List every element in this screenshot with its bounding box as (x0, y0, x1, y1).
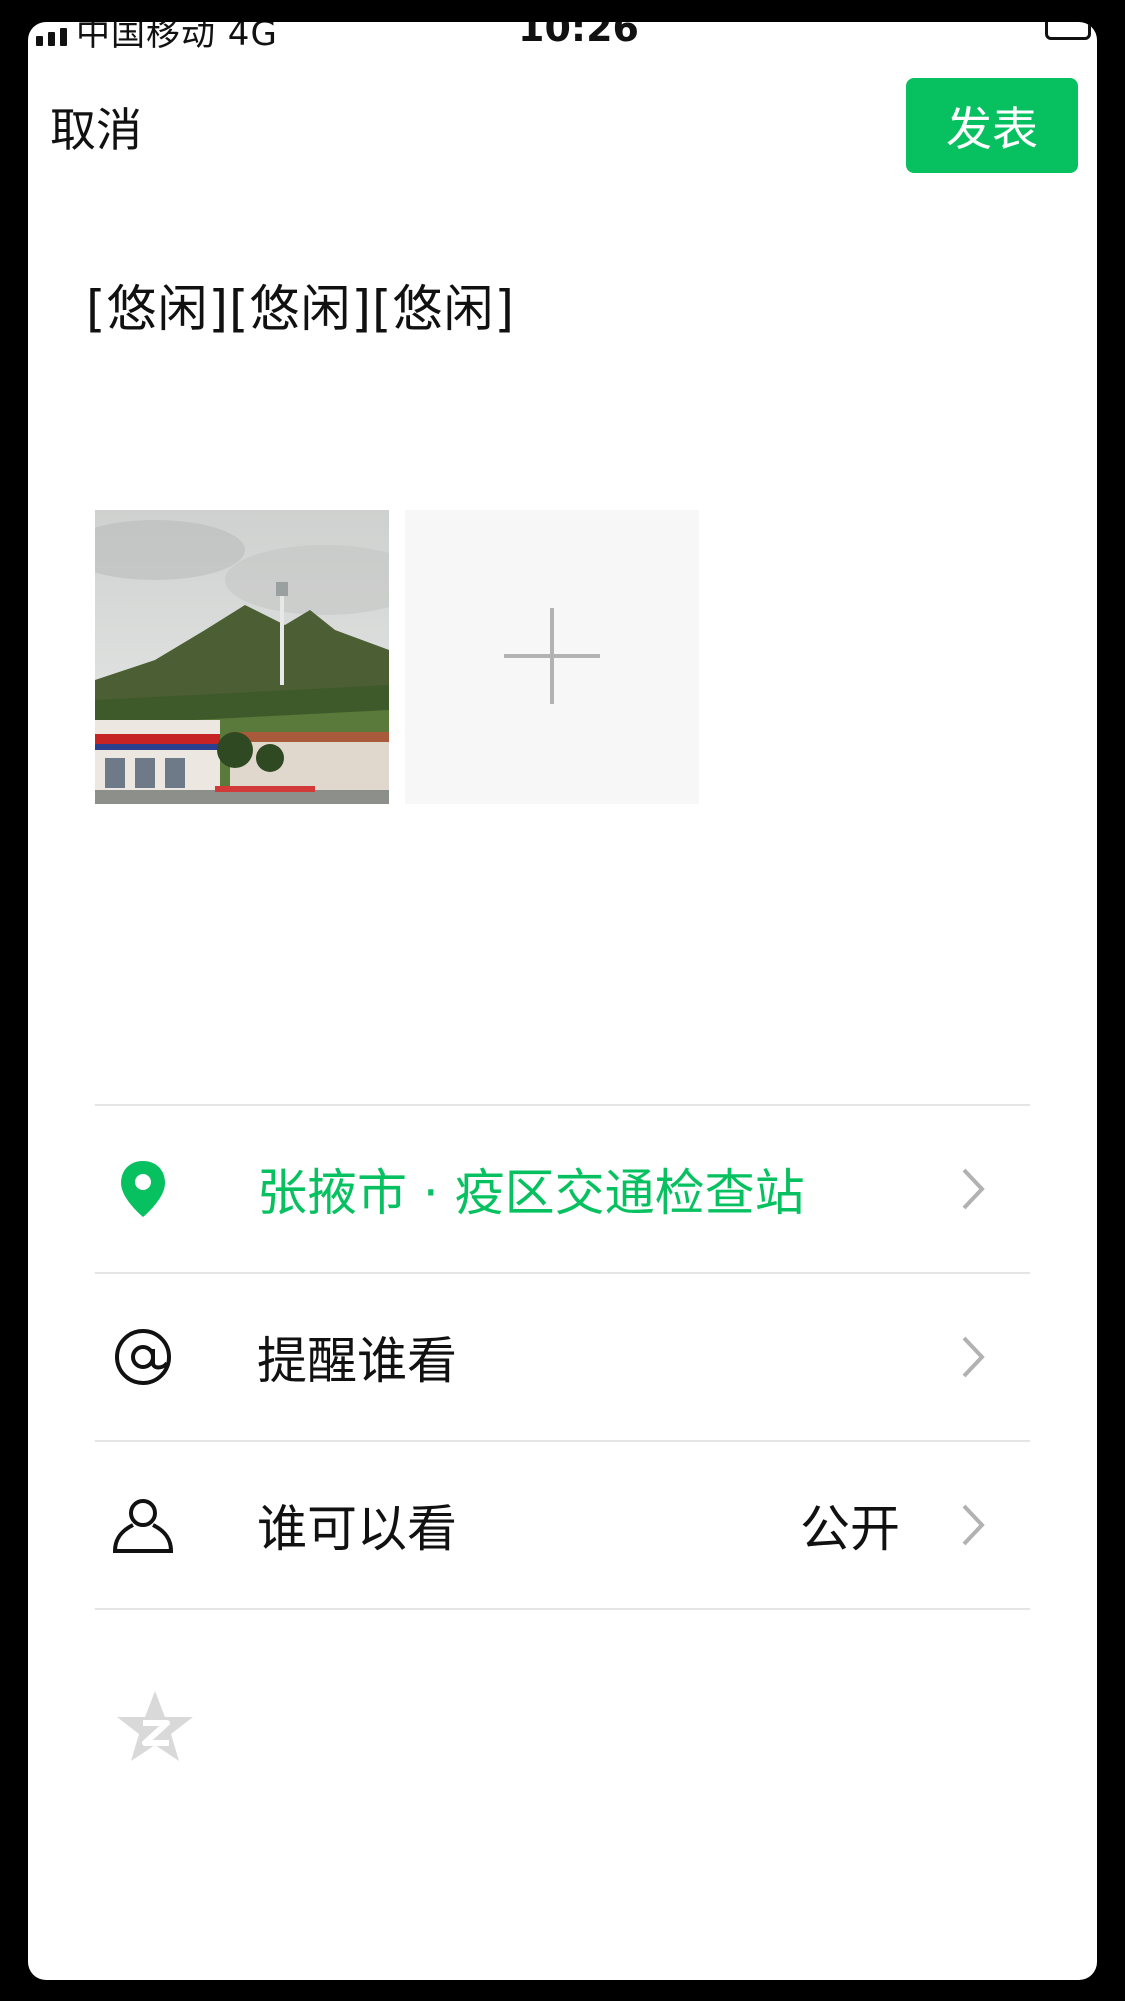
signal-strength-icon (36, 28, 67, 46)
chevron-right-icon (962, 1336, 985, 1378)
person-icon (110, 1492, 176, 1558)
at-icon (110, 1324, 176, 1390)
visibility-label: 谁可以看 (257, 1500, 457, 1558)
mention-row[interactable]: 提醒谁看 (95, 1274, 1030, 1440)
visibility-value: 公开 (800, 1500, 900, 1558)
mention-label: 提醒谁看 (257, 1332, 457, 1390)
status-bar: 中国移动 4G 10:26 (28, 22, 1097, 60)
cancel-button[interactable]: 取消 (50, 94, 142, 160)
chevron-right-icon (962, 1504, 985, 1546)
post-text-input[interactable]: [悠闲][悠闲][悠闲] (86, 269, 515, 341)
visibility-row[interactable]: 谁可以看 公开 (95, 1442, 1030, 1608)
chevron-right-icon (962, 1168, 985, 1210)
publish-button[interactable]: 发表 (906, 78, 1078, 173)
location-label: 张掖市 · 疫区交通检查站 (257, 1164, 805, 1222)
carrier-label: 中国移动 4G (76, 22, 278, 54)
battery-icon (1045, 22, 1091, 40)
qzone-share-toggle[interactable] (115, 1687, 195, 1767)
divider (95, 1608, 1030, 1610)
photo-thumbnail[interactable] (95, 510, 389, 804)
location-pin-icon (110, 1156, 176, 1222)
landscape-photo (95, 510, 389, 804)
screen: 中国移动 4G 10:26 取消 发表 [悠闲][悠闲][悠闲] 张掖市 · 疫… (28, 22, 1097, 1980)
qzone-star-icon (117, 1691, 193, 1761)
location-row[interactable]: 张掖市 · 疫区交通检查站 (95, 1106, 1030, 1272)
add-image-button[interactable] (405, 510, 699, 804)
status-time: 10:26 (518, 22, 639, 50)
